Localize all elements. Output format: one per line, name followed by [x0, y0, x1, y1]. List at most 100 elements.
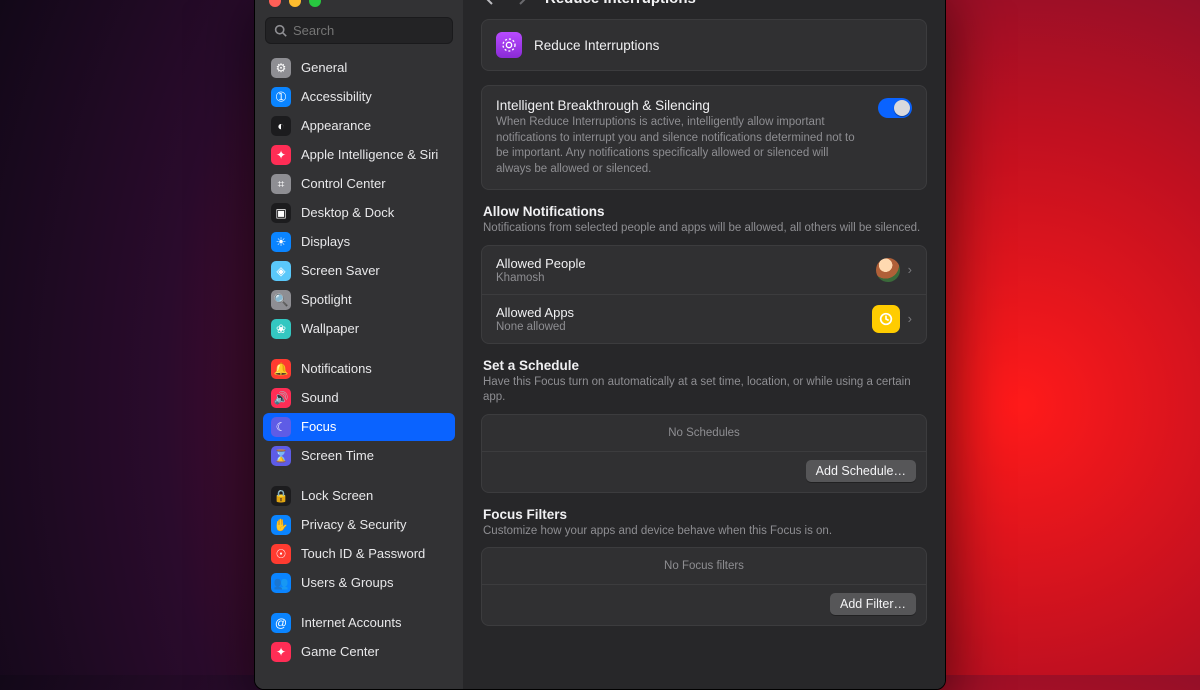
- system-settings-window: ⚙ General ➀ Accessibility ◐ Appearance ✦Apple …: [254, 0, 946, 690]
- sidebar: ⚙ General ➀ Accessibility ◐ Appearance ✦Apple …: [255, 0, 463, 689]
- sidebar-item-appearance-icon: ◐: [271, 116, 291, 136]
- sidebar-item-desktop-dock-icon: ▣: [271, 203, 291, 223]
- sidebar-item-screen-time[interactable]: ⌛ Screen Time: [263, 442, 455, 470]
- allow-heading: Allow Notifications: [483, 204, 925, 219]
- allowed-people-title: Allowed People: [496, 256, 586, 271]
- sidebar-item-label: Sound: [301, 390, 339, 406]
- filters-card: No Focus filters Add Filter…: [481, 547, 927, 626]
- allow-list: Allowed People Khamosh › Allowed Apps No…: [481, 245, 927, 344]
- sidebar-item-accessibility[interactable]: ➀ Accessibility: [263, 83, 455, 111]
- forward-button[interactable]: [513, 0, 531, 7]
- add-filter-button[interactable]: Add Filter…: [830, 593, 916, 615]
- allowed-people-row[interactable]: Allowed People Khamosh ›: [482, 246, 926, 294]
- sidebar-item-displays-icon: ☀: [271, 232, 291, 252]
- allowed-people-subtitle: Khamosh: [496, 272, 586, 284]
- focus-header-card: Reduce Interruptions: [481, 19, 927, 71]
- sidebar-item-label: Wallpaper: [301, 321, 359, 337]
- sidebar-item-label: Control Center: [301, 176, 386, 192]
- sidebar-item-label: Privacy & Security: [301, 517, 406, 533]
- allowed-apps-row[interactable]: Allowed Apps None allowed ›: [482, 294, 926, 343]
- sidebar-item-label: Screen Time: [301, 448, 374, 464]
- sidebar-item-notifications-icon: 🔔: [271, 359, 291, 379]
- chevron-right-icon: ›: [908, 311, 912, 326]
- page-title: Reduce Interruptions: [545, 0, 696, 7]
- close-window-button[interactable]: [269, 0, 281, 7]
- sidebar-item-spotlight-icon: 🔍: [271, 290, 291, 310]
- sidebar-item-focus[interactable]: ☾ Focus: [263, 413, 455, 441]
- sidebar-item-screen-saver[interactable]: ◈ Screen Saver: [263, 257, 455, 285]
- sidebar-item-control-center-icon: ⌗: [271, 174, 291, 194]
- search-field[interactable]: [265, 17, 453, 44]
- sidebar-item-focus-icon: ☾: [271, 417, 291, 437]
- schedule-description: Have this Focus turn on automatically at…: [483, 375, 925, 406]
- focus-name: Reduce Interruptions: [534, 38, 659, 53]
- sidebar-item-game-center[interactable]: ✦ Game Center: [263, 638, 455, 666]
- sidebar-item-label: Appearance: [301, 118, 371, 134]
- schedule-card: No Schedules Add Schedule…: [481, 414, 927, 493]
- search-icon: [274, 24, 287, 37]
- sidebar-item-label: Touch ID & Password: [301, 546, 425, 562]
- topbar: Reduce Interruptions: [463, 0, 945, 13]
- ibs-toggle[interactable]: [878, 98, 912, 118]
- sidebar-item-wallpaper[interactable]: ❀ Wallpaper: [263, 315, 455, 343]
- sidebar-item-label: General: [301, 60, 347, 76]
- sidebar-item-users-groups-icon: 👥: [271, 573, 291, 593]
- add-schedule-button[interactable]: Add Schedule…: [806, 460, 916, 482]
- intelligent-breakthrough-card: Intelligent Breakthrough & Silencing Whe…: [481, 85, 927, 190]
- contact-avatar: [876, 258, 900, 282]
- search-input[interactable]: [293, 23, 444, 38]
- sidebar-item-label: Game Center: [301, 644, 379, 660]
- schedule-heading: Set a Schedule: [483, 358, 925, 373]
- allowed-apps-title: Allowed Apps: [496, 305, 574, 320]
- sidebar-item-sound[interactable]: 🔊 Sound: [263, 384, 455, 412]
- sidebar-item-appearance[interactable]: ◐ Appearance: [263, 112, 455, 140]
- sidebar-nav: ⚙ General ➀ Accessibility ◐ Appearance ✦Apple …: [255, 52, 463, 681]
- sidebar-item-notifications[interactable]: 🔔 Notifications: [263, 355, 455, 383]
- sidebar-item-sound-icon: 🔊: [271, 388, 291, 408]
- minimize-window-button[interactable]: [289, 0, 301, 7]
- sidebar-item-screen-time-icon: ⌛: [271, 446, 291, 466]
- filters-description: Customize how your apps and device behav…: [483, 524, 925, 540]
- sidebar-item-general-icon: ⚙: [271, 58, 291, 78]
- sidebar-item-users-groups[interactable]: 👥 Users & Groups: [263, 569, 455, 597]
- sidebar-item-label: Lock Screen: [301, 488, 373, 504]
- sidebar-item-label: Notifications: [301, 361, 372, 377]
- allow-description: Notifications from selected people and a…: [483, 221, 925, 237]
- sidebar-item-lock-screen[interactable]: 🔒 Lock Screen: [263, 482, 455, 510]
- sidebar-item-label: Displays: [301, 234, 350, 250]
- sidebar-item-screen-saver-icon: ◈: [271, 261, 291, 281]
- sidebar-item-apple-intelligence-siri-icon: ✦: [271, 145, 291, 165]
- window-controls: [255, 0, 463, 17]
- sidebar-item-lock-screen-icon: 🔒: [271, 486, 291, 506]
- allowed-apps-subtitle: None allowed: [496, 321, 574, 333]
- ibs-title: Intelligent Breakthrough & Silencing: [496, 98, 862, 113]
- ibs-description: When Reduce Interruptions is active, int…: [496, 115, 862, 177]
- sidebar-item-label: Users & Groups: [301, 575, 393, 591]
- sidebar-item-apple-intelligence-siri[interactable]: ✦Apple Intelligence & Siri: [263, 141, 455, 169]
- sidebar-item-wallpaper-icon: ❀: [271, 319, 291, 339]
- sidebar-item-accessibility-icon: ➀: [271, 87, 291, 107]
- sidebar-item-label: Accessibility: [301, 89, 372, 105]
- main-content: Reduce Interruptions Reduce Interruption…: [463, 0, 945, 689]
- sidebar-item-desktop-dock[interactable]: ▣Desktop & Dock: [263, 199, 455, 227]
- sidebar-item-control-center[interactable]: ⌗ Control Center: [263, 170, 455, 198]
- sidebar-item-general[interactable]: ⚙ General: [263, 54, 455, 82]
- sidebar-item-privacy-security-icon: ✋: [271, 515, 291, 535]
- sidebar-item-internet-accounts[interactable]: @ Internet Accounts: [263, 609, 455, 637]
- filters-empty-text: No Focus filters: [482, 548, 926, 584]
- sidebar-item-label: Focus: [301, 419, 336, 435]
- zoom-window-button[interactable]: [309, 0, 321, 7]
- filters-heading: Focus Filters: [483, 507, 925, 522]
- reduce-interruptions-icon: [496, 32, 522, 58]
- sidebar-item-spotlight[interactable]: 🔍Spotlight: [263, 286, 455, 314]
- back-button[interactable]: [481, 0, 499, 7]
- clock-app-icon: [872, 305, 900, 333]
- sidebar-item-privacy-security[interactable]: ✋ Privacy & Security: [263, 511, 455, 539]
- sidebar-item-internet-accounts-icon: @: [271, 613, 291, 633]
- sidebar-item-game-center-icon: ✦: [271, 642, 291, 662]
- schedule-empty-text: No Schedules: [482, 415, 926, 451]
- sidebar-item-displays[interactable]: ☀ Displays: [263, 228, 455, 256]
- sidebar-item-label: Screen Saver: [301, 263, 380, 279]
- sidebar-item-touch-id-password[interactable]: ☉Touch ID & Password: [263, 540, 455, 568]
- sidebar-item-label: Internet Accounts: [301, 615, 401, 631]
